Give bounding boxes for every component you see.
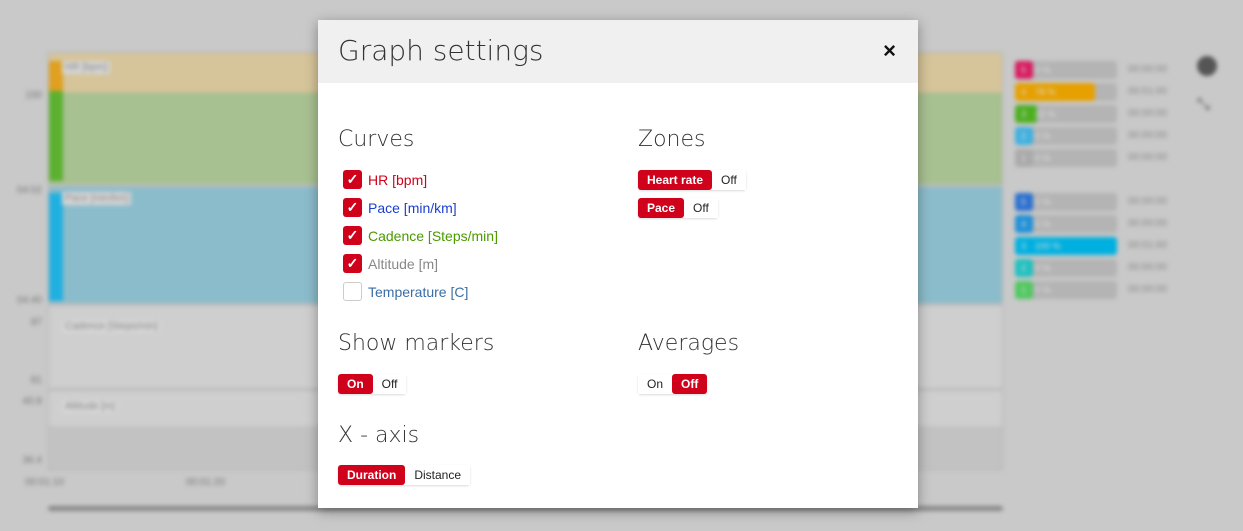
averages-on[interactable]: On	[638, 374, 673, 394]
x-axis-distance[interactable]: Distance	[405, 465, 471, 485]
markers-on[interactable]: On	[338, 374, 373, 394]
zone-percent: 0 %	[1035, 153, 1051, 163]
zone-number: 5	[1021, 65, 1027, 75]
zone-bar: 2 0 %	[1015, 259, 1117, 277]
zone-number: 3	[1021, 241, 1027, 251]
checkbox[interactable]: ✓	[343, 254, 362, 273]
x-label: 00:01:10	[25, 477, 64, 488]
curves-heading: Curves	[338, 127, 415, 152]
plot-title: Altitude [m]	[62, 400, 119, 413]
checkbox[interactable]	[343, 282, 362, 301]
zone-bar: 1 0 %	[1015, 149, 1117, 167]
zone-number: 4	[1021, 219, 1027, 229]
y-label: 40.8	[22, 396, 42, 407]
markers-off[interactable]: Off	[372, 374, 407, 394]
zone-number: 2	[1021, 131, 1027, 141]
plot-title: Cadence [Steps/min]	[62, 320, 161, 333]
zone-percent: 0 %	[1035, 285, 1051, 295]
zone-bar: 2 0 %	[1015, 127, 1117, 145]
curve-label: Altitude [m]	[368, 255, 439, 272]
zone-time: 00:01:00	[1128, 86, 1167, 97]
markers-toggle[interactable]: On Off	[338, 374, 407, 394]
averages-off[interactable]: Off	[672, 374, 708, 394]
zone-bar: 3 22 %	[1015, 105, 1117, 123]
zone-percent: 0 %	[1035, 65, 1051, 75]
curve-label: Temperature [C]	[368, 283, 469, 300]
zone-bar: 4 78 %	[1015, 83, 1117, 101]
zone-number: 3	[1021, 109, 1027, 119]
y-label: 04:40	[16, 295, 42, 306]
zone-time: 00:00:00	[1128, 284, 1167, 295]
zone-time: 00:00:00	[1128, 130, 1167, 141]
check-icon: ✓	[346, 199, 359, 215]
zone-time: 00:01:00	[1128, 240, 1167, 251]
plot-title: HR [bpm]	[62, 61, 111, 74]
averages-heading: Averages	[638, 331, 740, 356]
hr-zones-on[interactable]: Heart rate	[638, 170, 713, 190]
fullscreen-icon[interactable]: ⤡	[1197, 96, 1210, 114]
zone-number: 4	[1021, 87, 1027, 97]
pace-zones-off[interactable]: Off	[684, 198, 718, 218]
zone-percent: 100 %	[1035, 241, 1061, 251]
checkbox[interactable]: ✓	[343, 198, 362, 217]
hr-zones-off[interactable]: Off	[712, 170, 746, 190]
zones-heading: Zones	[638, 127, 706, 152]
zone-number: 1	[1021, 153, 1027, 163]
pace-zones-toggle[interactable]: Pace Off	[638, 198, 718, 218]
zone-percent: 78 %	[1035, 87, 1056, 97]
curve-checkbox-row[interactable]: ✓ Cadence [Steps/min]	[343, 226, 498, 245]
x-axis-toggle[interactable]: Duration Distance	[338, 465, 471, 485]
settings-icon[interactable]	[1197, 56, 1217, 76]
dialog-title: Graph settings	[338, 34, 544, 67]
plot-title: Pace [min/km]	[62, 192, 132, 205]
check-icon: ✓	[346, 255, 359, 271]
zone-bar: 3 100 %	[1015, 237, 1117, 255]
zone-percent: 0 %	[1035, 219, 1051, 229]
curve-label: Cadence [Steps/min]	[368, 227, 498, 244]
zone-percent: 0 %	[1035, 197, 1051, 207]
y-label: 36.4	[22, 455, 42, 466]
check-icon: ✓	[346, 227, 359, 243]
zone-time: 00:00:00	[1128, 108, 1167, 119]
y-label: 87	[30, 317, 42, 328]
x-axis-heading: X - axis	[338, 423, 420, 448]
curve-checkbox-row[interactable]: ✓ Pace [min/km]	[343, 198, 457, 217]
zone-time: 00:00:00	[1128, 152, 1167, 163]
zone-time: 00:00:00	[1128, 262, 1167, 273]
curve-label: HR [bpm]	[368, 171, 428, 188]
averages-toggle[interactable]: On Off	[638, 374, 708, 394]
close-icon[interactable]: ×	[883, 38, 896, 64]
zone-percent: 0 %	[1035, 263, 1051, 273]
checkbox[interactable]: ✓	[343, 170, 362, 189]
zone-bar: 1 0 %	[1015, 281, 1117, 299]
y-label: 81	[30, 375, 42, 386]
zone-time: 00:00:00	[1128, 196, 1167, 207]
y-label: 150	[25, 90, 42, 101]
hr-zones-toggle[interactable]: Heart rate Off	[638, 170, 746, 190]
check-icon: ✓	[346, 171, 359, 187]
pace-zones-on[interactable]: Pace	[638, 198, 685, 218]
zone-percent: 0 %	[1035, 131, 1051, 141]
curve-checkbox-row[interactable]: ✓ HR [bpm]	[343, 170, 427, 189]
zone-bar: 5 0 %	[1015, 193, 1117, 211]
zone-bar: 5 0 %	[1015, 61, 1117, 79]
zone-time: 00:00:00	[1128, 218, 1167, 229]
zone-time: 00:00:00	[1128, 64, 1167, 75]
y-label: 04:02	[16, 185, 42, 196]
zone-percent: 22 %	[1035, 109, 1056, 119]
x-axis-duration[interactable]: Duration	[338, 465, 406, 485]
curve-label: Pace [min/km]	[368, 199, 457, 216]
graph-settings-dialog: Graph settings × Curves ✓ HR [bpm] ✓ Pace […	[318, 20, 918, 508]
curve-checkbox-row[interactable]: ✓ Altitude [m]	[343, 254, 438, 273]
zone-number: 2	[1021, 263, 1027, 273]
zone-bar: 4 0 %	[1015, 215, 1117, 233]
zone-number: 1	[1021, 285, 1027, 295]
show-markers-heading: Show markers	[338, 331, 495, 356]
checkbox[interactable]: ✓	[343, 226, 362, 245]
dialog-header: Graph settings ×	[318, 20, 918, 83]
zone-number: 5	[1021, 197, 1027, 207]
x-label: 00:01:20	[186, 477, 225, 488]
curve-checkbox-row[interactable]: Temperature [C]	[343, 282, 468, 301]
